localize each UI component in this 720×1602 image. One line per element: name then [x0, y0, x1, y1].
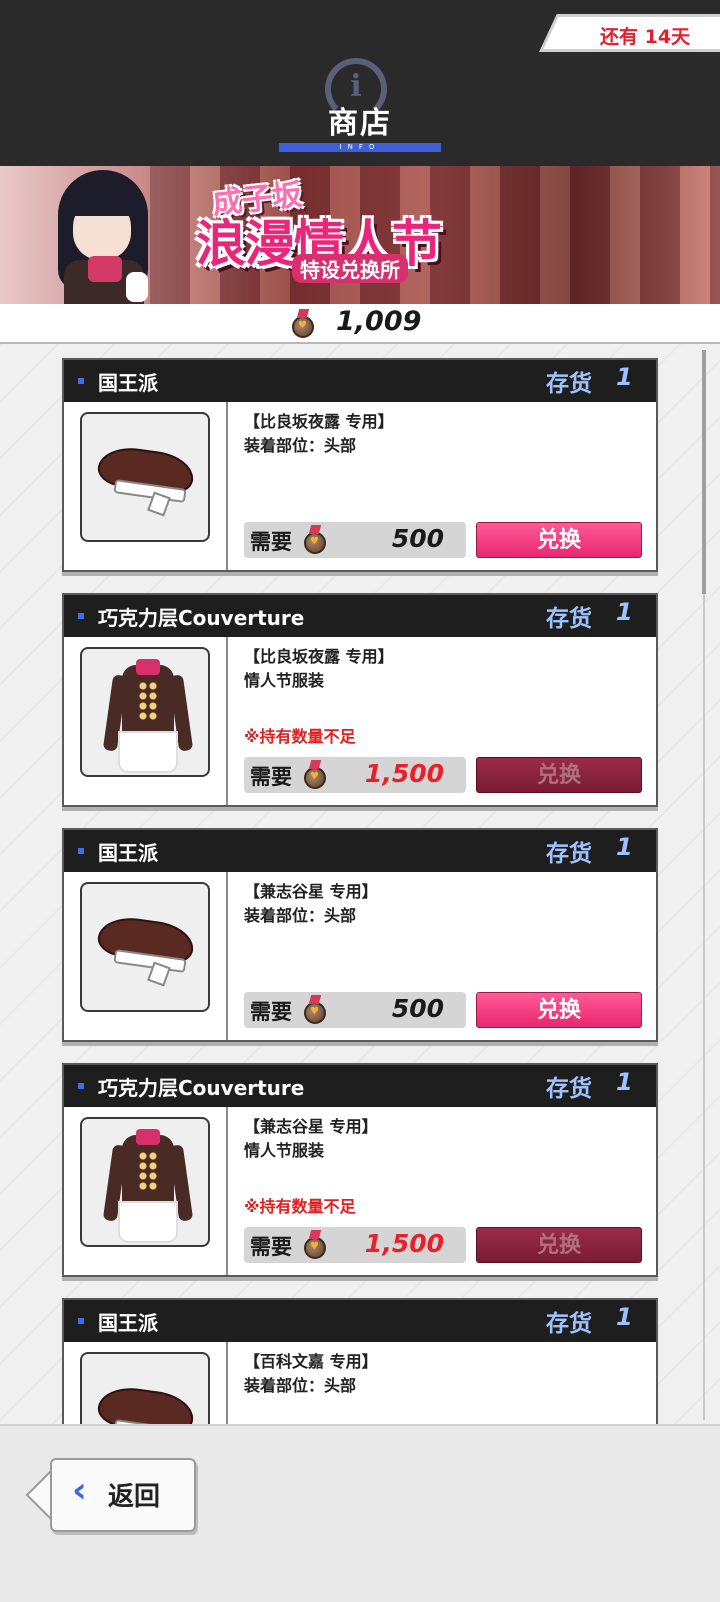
cost-label: 需要: [250, 1235, 292, 1259]
shop-item-card: 巧克力层Couverture 存货 1 【兼志谷星 专用】 情人节服装 ※持有数量不足需要…: [62, 1063, 658, 1277]
banner-subtitle: 特设兑换所: [292, 254, 408, 283]
medal-icon: [304, 532, 326, 554]
item-name: 国王派: [98, 1311, 158, 1335]
item-header: 国王派 存货 1: [64, 360, 656, 402]
stock-label: 存货: [546, 1076, 592, 1102]
item-list[interactable]: 国王派存货1【比良坂夜露 专用】装着部位：头部需要500兑换巧克力层Couver…: [0, 344, 720, 1424]
title-underline: INFO: [279, 143, 441, 152]
item-description: 装着部位：头部: [244, 436, 357, 455]
remaining-days-text: 还有 14天: [600, 26, 691, 48]
item-thumbnail[interactable]: [80, 882, 210, 1012]
cost-label: 需要: [250, 765, 292, 789]
cost-box: 需要 1,500: [244, 1227, 466, 1263]
exchange-button[interactable]: 兑换: [476, 1227, 642, 1263]
stock-value: 1: [616, 1068, 633, 1096]
hat-icon: [95, 443, 197, 517]
item-description: 装着部位：头部: [244, 1376, 357, 1395]
insufficient-warning: ※持有数量不足: [244, 727, 356, 746]
stock-label: 存货: [546, 371, 592, 397]
bullet-icon: [78, 1318, 84, 1324]
item-name: 巧克力层Couverture: [98, 606, 305, 630]
item-header: 国王派 存货 1: [64, 1300, 656, 1342]
item-name: 国王派: [98, 841, 158, 865]
exchange-button[interactable]: 兑换: [476, 757, 642, 793]
bullet-icon: [78, 848, 84, 854]
exchange-button[interactable]: 兑换: [476, 992, 642, 1028]
item-owner: 【比良坂夜露 专用】: [244, 647, 394, 666]
item-thumbnail-area: [64, 1107, 228, 1275]
item-owner: 【兼志谷星 专用】: [244, 882, 378, 901]
page-title: 商店: [328, 106, 392, 141]
item-thumbnail[interactable]: [80, 647, 210, 777]
item-thumbnail-area: [64, 637, 228, 805]
hat-icon: [95, 1383, 197, 1424]
cost-value: 1,500: [364, 1229, 444, 1258]
cost-value: 500: [391, 524, 444, 553]
stock-value: 1: [616, 833, 633, 861]
scrollbar-thumb[interactable]: [702, 350, 706, 594]
item-name: 国王派: [98, 371, 158, 395]
shop-item-card: 国王派 存货 1 【比良坂夜露 专用】装着部位：头部需要 500 兑换: [62, 358, 658, 572]
item-owner: 【百科文嘉 专用】: [244, 1352, 378, 1371]
cost-label: 需要: [250, 1000, 292, 1024]
character-portrait: [48, 168, 158, 304]
item-header: 国王派 存货 1: [64, 830, 656, 872]
item-owner: 【兼志谷星 专用】: [244, 1117, 378, 1136]
event-banner: 成子坂 浪漫情人节 特设兑换所: [0, 166, 720, 304]
item-header: 巧克力层Couverture 存货 1: [64, 595, 656, 637]
item-owner: 【比良坂夜露 专用】: [244, 412, 394, 431]
bullet-icon: [78, 378, 84, 384]
cost-box: 需要 500: [244, 522, 466, 558]
back-button[interactable]: ‹ 返回: [25, 1458, 196, 1532]
insufficient-warning: ※持有数量不足: [244, 1197, 356, 1216]
outfit-icon: [102, 655, 194, 773]
medal-icon: [304, 1002, 326, 1024]
exchange-button[interactable]: 兑换: [476, 522, 642, 558]
outfit-icon: [102, 1125, 194, 1243]
bullet-icon: [78, 613, 84, 619]
item-header: 巧克力层Couverture 存货 1: [64, 1065, 656, 1107]
chevron-left-icon: ‹: [72, 1470, 87, 1511]
stock-value: 1: [616, 363, 633, 391]
cost-value: 1,500: [364, 759, 444, 788]
stock-value: 1: [616, 598, 633, 626]
item-description: 情人节服装: [244, 1141, 325, 1160]
item-description: 情人节服装: [244, 671, 325, 690]
item-thumbnail[interactable]: [80, 1352, 210, 1424]
cost-value: 500: [391, 994, 444, 1023]
item-thumbnail-area: [64, 872, 228, 1040]
bullet-icon: [78, 1083, 84, 1089]
back-label: 返回: [108, 1482, 161, 1512]
item-thumbnail-area: [64, 402, 228, 570]
medal-icon: [304, 1237, 326, 1259]
shop-item-card: 巧克力层Couverture 存货 1 【比良坂夜露 专用】 情人节服装 ※持有数量不足需…: [62, 593, 658, 807]
medal-icon: [292, 316, 314, 338]
stock-value: 1: [616, 1303, 633, 1331]
stock-label: 存货: [546, 1311, 592, 1337]
item-description: 装着部位：头部: [244, 906, 357, 925]
cost-label: 需要: [250, 530, 292, 554]
shop-item-card: 国王派 存货 1 【兼志谷星 专用】装着部位：头部需要 500 兑换: [62, 828, 658, 1042]
medal-icon: [304, 767, 326, 789]
stock-label: 存货: [546, 606, 592, 632]
cost-box: 需要 500: [244, 992, 466, 1028]
cost-box: 需要 1,500: [244, 757, 466, 793]
item-thumbnail[interactable]: [80, 412, 210, 542]
hat-icon: [95, 913, 197, 987]
item-thumbnail-area: [64, 1342, 228, 1424]
shop-item-card: 国王派存货1【百科文嘉 专用】装着部位：头部需要500兑换: [62, 1298, 658, 1424]
item-name: 巧克力层Couverture: [98, 1076, 305, 1100]
currency-amount: 1,009: [336, 306, 422, 337]
item-thumbnail[interactable]: [80, 1117, 210, 1247]
stock-label: 存货: [546, 841, 592, 867]
